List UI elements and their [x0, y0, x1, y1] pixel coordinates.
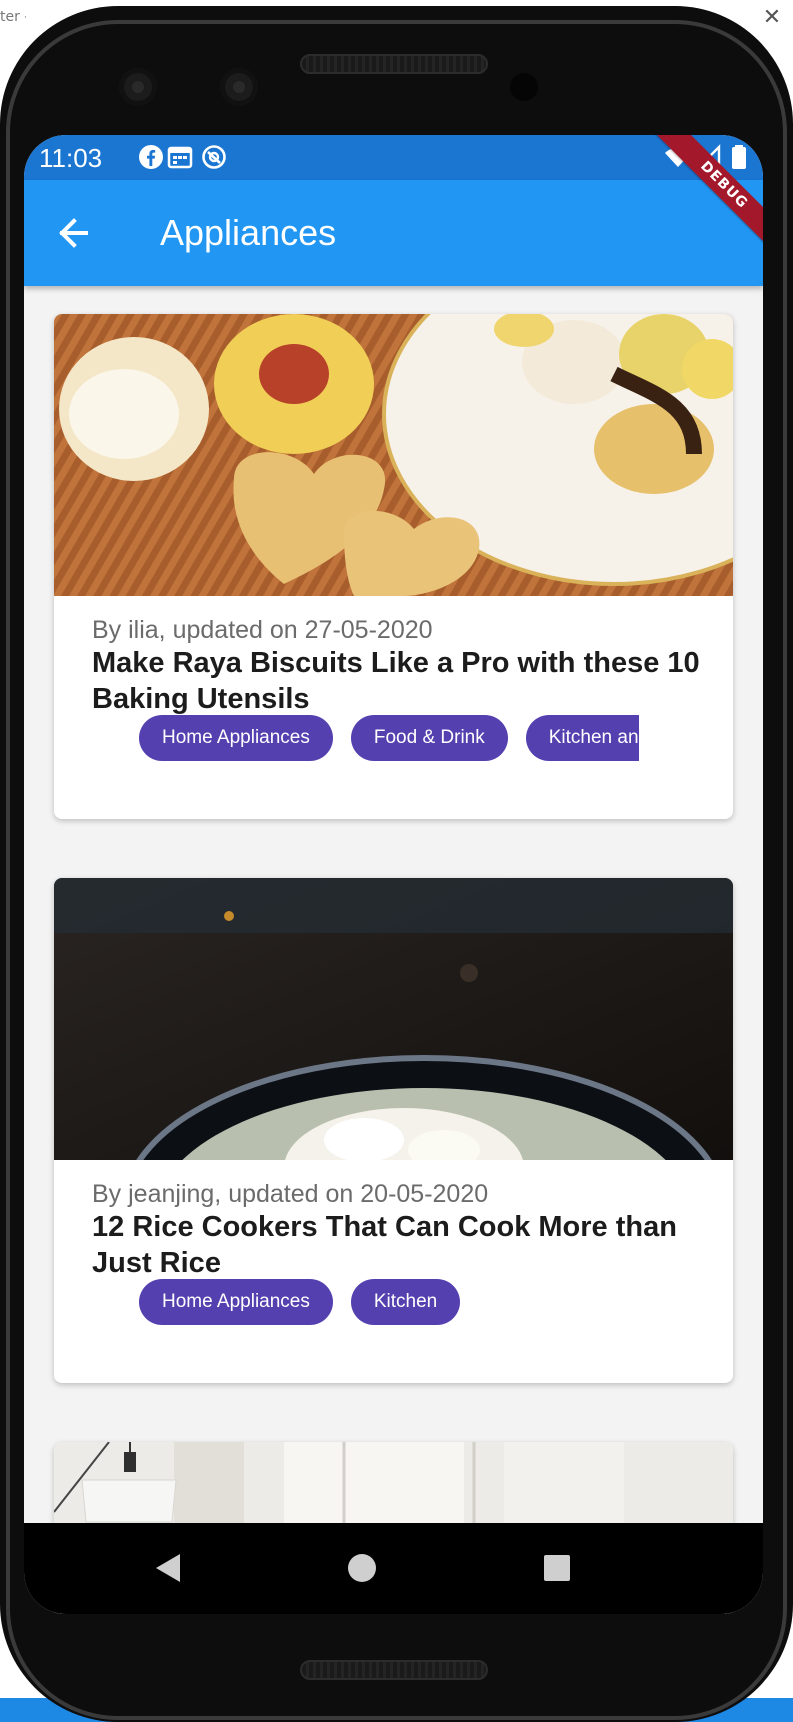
window-title: ter -: [0, 9, 26, 25]
back-arrow-icon[interactable]: [44, 203, 104, 263]
at-sign-icon: [202, 145, 226, 169]
top-speaker-grille: [300, 54, 488, 74]
article-meta: By ilia, updated on 27-05-2020: [92, 616, 433, 644]
front-camera-icon: [220, 68, 258, 106]
tag-row: Home Appliances Kitchen: [139, 1279, 639, 1327]
tag-chip[interactable]: Kitchen and: [525, 715, 639, 761]
page-title: Appliances: [160, 212, 337, 253]
article-title[interactable]: Make Raya Biscuits Like a Pro with these…: [92, 645, 712, 717]
article-list[interactable]: By ilia, updated on 27-05-2020 Make Raya…: [24, 286, 763, 1614]
tag-chip[interactable]: Home Appliances: [139, 715, 333, 761]
bottom-speaker-grille: [300, 1660, 488, 1680]
facebook-icon: [139, 145, 163, 169]
rice-bowl-photo: [54, 878, 733, 1160]
article-card[interactable]: By ilia, updated on 27-05-2020 Make Raya…: [54, 314, 733, 819]
battery-icon: [732, 145, 746, 169]
navigation-bar: [24, 1523, 763, 1614]
article-meta: By jeanjing, updated on 20-05-2020: [92, 1180, 489, 1208]
calendar-icon: [167, 146, 193, 169]
front-camera-icon: [119, 68, 157, 106]
nav-back-icon[interactable]: [140, 1540, 196, 1596]
phone-screen: 11:03 Appliances DEBUG By ilia, updated …: [24, 135, 763, 1614]
tag-row: Home Appliances Food & Drink Kitchen and: [139, 715, 639, 763]
status-bar: 11:03: [24, 135, 763, 180]
status-time: 11:03: [39, 143, 103, 173]
app-bar: Appliances: [24, 180, 763, 286]
tag-chip[interactable]: Food & Drink: [350, 715, 508, 761]
nav-recents-icon[interactable]: [529, 1540, 585, 1596]
tag-chip[interactable]: Kitchen: [350, 1279, 461, 1325]
article-card[interactable]: By jeanjing, updated on 20-05-2020 12 Ri…: [54, 878, 733, 1383]
nav-home-icon[interactable]: [334, 1540, 390, 1596]
proximity-sensor-icon: [510, 73, 538, 101]
article-title[interactable]: 12 Rice Cookers That Can Cook More than …: [92, 1209, 712, 1281]
biscuits-photo: [54, 314, 733, 596]
window-close-button[interactable]: ✕: [758, 4, 786, 32]
tag-chip[interactable]: Home Appliances: [139, 1279, 333, 1325]
